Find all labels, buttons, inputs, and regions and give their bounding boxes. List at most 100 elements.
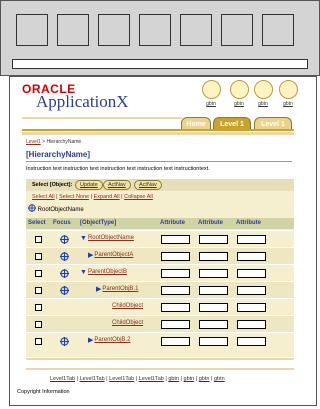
toolbar-button[interactable] xyxy=(98,14,130,46)
object-link[interactable]: ParentObjB.1 xyxy=(102,286,138,292)
toolbar-button[interactable] xyxy=(139,14,171,46)
attribute-input[interactable] xyxy=(237,303,266,312)
footer-link[interactable]: gbtn xyxy=(214,376,225,382)
toolbar-button[interactable] xyxy=(262,14,294,46)
toolbar-button[interactable] xyxy=(57,14,89,46)
global-button-label[interactable]: gbtn xyxy=(276,101,300,107)
expand-arrow-icon[interactable]: ▶ xyxy=(96,286,101,293)
crosshair-focus-icon[interactable] xyxy=(60,286,69,295)
instruction-text: Instruction text instruction text instru… xyxy=(26,166,210,172)
global-button-icon[interactable] xyxy=(254,80,273,99)
toolbar-button[interactable] xyxy=(221,14,253,46)
attribute-input[interactable] xyxy=(199,337,228,346)
hierarchy-panel: Select [Object]: Update ActNav ActNav Se… xyxy=(26,179,294,357)
expand-all-link[interactable]: Expand All xyxy=(94,194,120,200)
object-link[interactable]: RootObjectName xyxy=(88,235,134,241)
object-cell: ChildObject xyxy=(112,320,143,326)
header-attribute-2: Attribute xyxy=(198,218,223,229)
table-row: ▶ParentObjB.1 xyxy=(26,281,294,299)
attribute-input[interactable] xyxy=(199,320,228,329)
global-button-icon[interactable] xyxy=(230,80,249,99)
page-title: [HierarchyName] xyxy=(26,150,91,159)
select-links: Select All | Select None | Expand All | … xyxy=(32,194,153,200)
global-button-label[interactable]: gbtn xyxy=(251,101,275,107)
toolbar-button[interactable] xyxy=(180,14,212,46)
crosshair-focus-icon[interactable] xyxy=(60,252,69,261)
global-button-icon[interactable] xyxy=(202,80,221,99)
attribute-input[interactable] xyxy=(199,269,228,278)
attribute-input[interactable] xyxy=(237,320,266,329)
header-focus: Focus xyxy=(53,218,71,229)
breadcrumb-current: HierarchyName xyxy=(46,139,82,145)
row-select-checkbox[interactable] xyxy=(35,253,42,260)
attribute-input[interactable] xyxy=(237,235,266,244)
object-cell: ▶ParentObjB.1 xyxy=(96,286,138,293)
header-select: Select xyxy=(28,218,46,229)
row-select-checkbox[interactable] xyxy=(35,270,42,277)
global-button-label[interactable]: gbtn xyxy=(199,101,223,107)
attribute-input[interactable] xyxy=(161,286,190,295)
actnav-button[interactable]: ActNav xyxy=(134,180,162,190)
row-select-checkbox[interactable] xyxy=(35,304,42,311)
browser-toolbar xyxy=(0,0,320,76)
crosshair-focus-icon[interactable] xyxy=(60,235,69,244)
select-none-link[interactable]: Select None xyxy=(59,194,89,200)
object-cell: ▼ParentObjectB xyxy=(80,269,127,276)
address-bar[interactable] xyxy=(12,59,308,69)
tab-bar-subline xyxy=(22,132,294,135)
breadcrumb: Level1 > HierarchyName xyxy=(26,139,81,145)
collapse-all-link[interactable]: Collapse All xyxy=(124,194,153,200)
row-select-checkbox[interactable] xyxy=(35,338,42,345)
crosshair-focus-icon[interactable] xyxy=(60,269,69,278)
attribute-input[interactable] xyxy=(199,286,228,295)
footer-link[interactable]: gbtn xyxy=(168,376,179,382)
footer-link[interactable]: Level1Tab xyxy=(139,376,164,382)
object-link[interactable]: ParentObjectB xyxy=(88,269,127,275)
attribute-input[interactable] xyxy=(199,252,228,261)
branding-divider xyxy=(22,117,182,119)
row-select-checkbox[interactable] xyxy=(35,236,42,243)
table-row: ChildObject xyxy=(26,298,294,316)
attribute-input[interactable] xyxy=(199,235,228,244)
footer-link[interactable]: Level1Tab xyxy=(80,376,105,382)
crosshair-focus-icon[interactable] xyxy=(60,337,69,346)
global-button-label[interactable]: gbtn xyxy=(227,101,251,107)
toolbar-button[interactable] xyxy=(16,14,48,46)
attribute-input[interactable] xyxy=(237,286,266,295)
object-link[interactable]: ParentObjB.2 xyxy=(94,337,130,343)
footer-link[interactable]: gbtn xyxy=(184,376,195,382)
root-focus-row: RootObjectName xyxy=(28,204,84,213)
attribute-input[interactable] xyxy=(161,337,190,346)
object-link[interactable]: ChildObject xyxy=(112,320,143,326)
table-row: ChildObject xyxy=(26,315,294,333)
table-row: ▼ParentObjectB xyxy=(26,264,294,282)
row-select-checkbox[interactable] xyxy=(35,321,42,328)
crosshair-focus-icon[interactable] xyxy=(28,204,36,212)
global-button-icon[interactable] xyxy=(279,80,298,99)
object-cell: ▶ParentObjectA xyxy=(88,252,133,259)
expand-arrow-icon[interactable]: ▶ xyxy=(88,252,93,259)
attribute-input[interactable] xyxy=(237,269,266,278)
attribute-input[interactable] xyxy=(237,337,266,346)
collapse-arrow-icon[interactable]: ▼ xyxy=(80,235,87,242)
row-select-checkbox[interactable] xyxy=(35,287,42,294)
attribute-input[interactable] xyxy=(199,303,228,312)
footer-link[interactable]: Level1Tab xyxy=(50,376,75,382)
object-link[interactable]: ChildObject xyxy=(112,303,143,309)
breadcrumb-link[interactable]: Level1 xyxy=(26,139,41,145)
expand-arrow-icon[interactable]: ▶ xyxy=(88,337,93,344)
object-link[interactable]: ParentObjectA xyxy=(94,252,133,258)
attribute-input[interactable] xyxy=(161,303,190,312)
update-button[interactable]: Update xyxy=(75,180,103,190)
attribute-input[interactable] xyxy=(161,252,190,261)
select-all-link[interactable]: Select All xyxy=(32,194,55,200)
footer-link[interactable]: Level1Tab xyxy=(109,376,134,382)
attribute-input[interactable] xyxy=(161,320,190,329)
attribute-input[interactable] xyxy=(161,269,190,278)
collapse-arrow-icon[interactable]: ▼ xyxy=(80,269,87,276)
attribute-input[interactable] xyxy=(237,252,266,261)
footer-link[interactable]: gbtn xyxy=(199,376,210,382)
actnav-button[interactable]: ActNav xyxy=(103,180,131,190)
object-cell: ChildObject xyxy=(112,303,143,309)
attribute-input[interactable] xyxy=(161,235,190,244)
